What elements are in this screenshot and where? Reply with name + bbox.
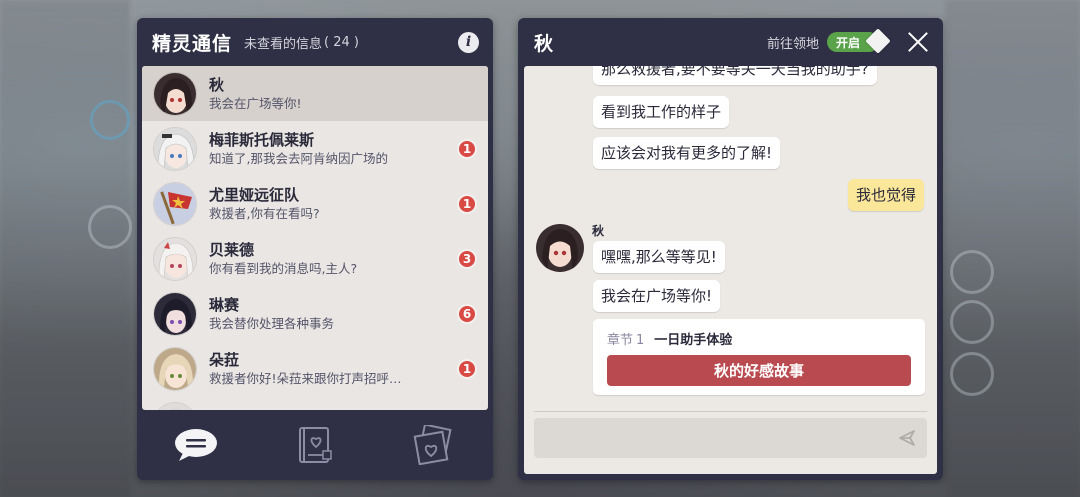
heart-photos-icon [413,425,452,465]
unread-badge: 1 [457,359,477,379]
chapter-tag: 章节 [607,333,634,348]
contact-last-message: 我会替你处理各种事务 [209,315,335,331]
contact-item-belaid[interactable]: 贝莱德 你有看到我的消息吗,主人? 3 [142,231,488,286]
info-icon[interactable]: i [458,31,479,53]
messenger-title: 精灵通信 [152,32,233,55]
background-ring-icon [950,250,994,294]
chat-header: 秋 前往领地 开启 [518,18,943,66]
goto-territory-toggle[interactable]: 开启 [827,28,893,54]
contact-last-message: 知道了,那我会去阿肯纳因广场的 [209,150,388,166]
sender-name: 秋 [592,224,605,238]
contact-item-lindsay[interactable]: 琳赛 我会替你处理各种事务 6 [142,286,488,341]
unread-badge: 6 [457,304,477,324]
avatar [153,71,197,116]
contact-item-partial[interactable] [142,396,488,410]
contact-name: 朵菈 [209,350,240,369]
contact-name: 琳赛 [209,295,240,314]
send-icon[interactable] [897,428,917,448]
background-ring-icon [90,100,130,140]
unread-count: ( 24 ) [324,34,359,50]
goto-territory-label: 前往领地 [766,36,819,52]
contact-last-message: 我会在广场等你! [209,95,302,111]
contact-last-message: 救援者,你有在看吗? [209,205,320,221]
background-right-blur [945,0,1080,497]
heart-book-icon [299,427,332,463]
contact-last-message: 你有看到我的消息吗,主人? [209,260,358,276]
unread-badge: 1 [457,139,477,159]
message-bubble: 嘿嘿,那么等等见! [593,241,725,273]
contact-name: 秋 [209,75,225,94]
contact-item-mephisto[interactable]: 梅菲斯托佩莱斯 知道了,那我会去阿肯纳因广场的 1 [142,121,488,176]
contact-name: 尤里娅远征队 [209,185,300,204]
avatar [153,346,197,391]
avatar [153,236,197,281]
message-bubble: 应该会对我有更多的了解! [593,137,781,169]
unread-label: 未查看的信息 [244,36,323,52]
chapter-number: 1 [636,333,645,348]
avatar [153,181,197,226]
avatar [153,401,197,410]
my-message-bubble: 我也觉得 [847,179,924,211]
background-ring-icon [88,205,132,249]
divider [534,411,927,412]
chat-message-area[interactable]: 那么救援者,要不要等关一天当我的助手? 看到我工作的样子 应该会对我有更多的了解… [524,66,937,474]
chat-title: 秋 [534,32,554,55]
contact-item-yuria-expedition[interactable]: 尤里娅远征队 救援者,你有在看吗? 1 [142,176,488,231]
tab-memories[interactable] [374,410,493,480]
messenger-panel: 精灵通信 未查看的信息 ( 24 ) i 秋 我会在广场等你! 梅菲斯托佩莱斯 … [137,18,493,480]
background-ring-icon [950,300,994,344]
unread-badge: 3 [457,249,477,269]
chat-bubble-icon [175,429,218,461]
contact-list[interactable]: 秋 我会在广场等你! 梅菲斯托佩莱斯 知道了,那我会去阿肯纳因广场的 1 尤里娅… [142,66,488,410]
messenger-header: 精灵通信 未查看的信息 ( 24 ) i [137,18,493,66]
message-bubble: 看到我工作的样子 [593,96,730,128]
background-ring-icon [950,352,994,396]
avatar [153,126,197,171]
messenger-tab-bar [137,410,493,480]
chapter-card: 章节 1 一日助手体验 秋的好感故事 [593,319,925,395]
close-button[interactable] [907,31,929,53]
affection-story-button[interactable]: 秋的好感故事 [607,355,911,386]
tab-messages[interactable] [137,410,256,480]
sender-avatar[interactable] [536,224,584,272]
contact-name: 贝莱德 [209,240,255,259]
toggle-label: 开启 [836,35,861,50]
tab-affection-book[interactable] [256,410,375,480]
contact-item-dora[interactable]: 朵菈 救援者你好!朵菈来跟你打声招呼… 1 [142,341,488,396]
message-bubble: 我会在广场等你! [593,280,721,312]
message-bubble: 那么救援者,要不要等关一天当我的助手? [593,66,877,85]
chat-panel: 秋 前往领地 开启 那么救援者,要不要等关一天当我的助手? 看到我工作的样子 应… [518,18,943,480]
message-input[interactable] [534,418,927,458]
contact-item-qiu[interactable]: 秋 我会在广场等你! [142,66,488,121]
contact-name: 梅菲斯托佩莱斯 [209,130,315,149]
avatar [153,291,197,336]
contact-last-message: 救援者你好!朵菈来跟你打声招呼… [209,370,402,386]
unread-badge: 1 [457,194,477,214]
chapter-title: 一日助手体验 [654,333,733,348]
